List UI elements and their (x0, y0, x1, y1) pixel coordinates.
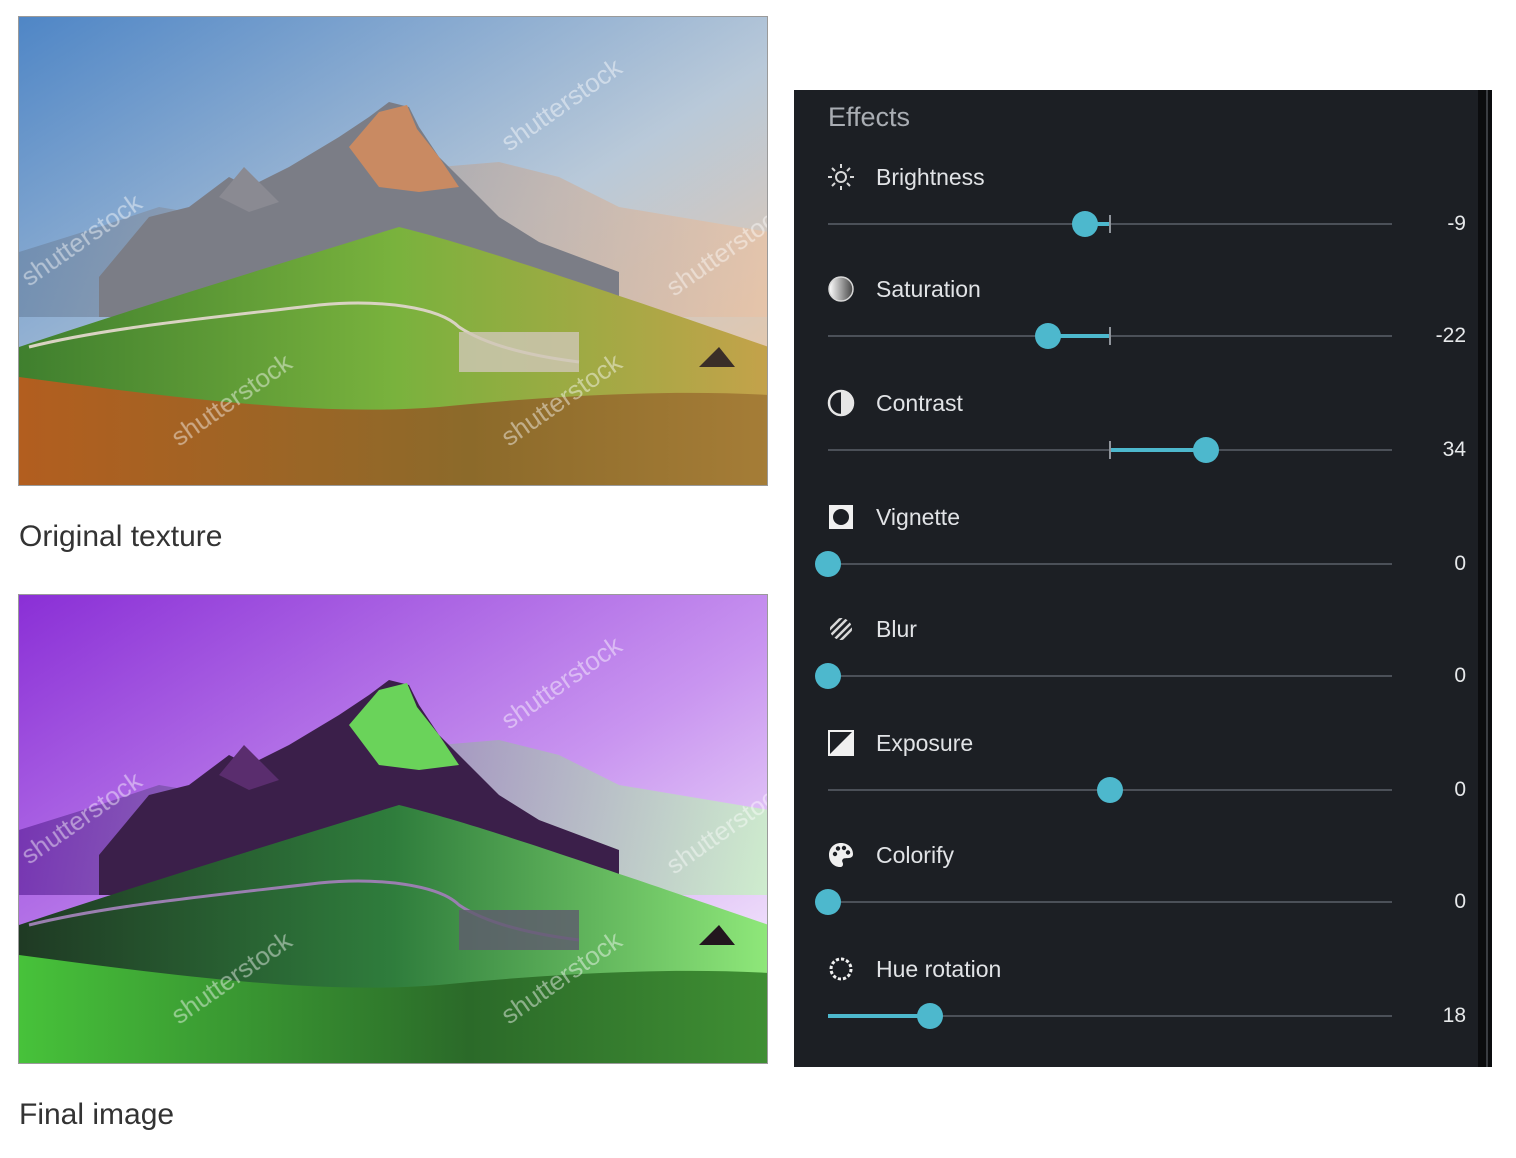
slider-track (828, 563, 1392, 565)
saturation-slider[interactable] (828, 322, 1392, 350)
slider-handle[interactable] (815, 663, 841, 689)
slider-center-tick (1109, 215, 1111, 233)
slider-handle[interactable] (1192, 437, 1219, 463)
effect-label: Saturation (876, 276, 981, 302)
saturation-icon (826, 274, 856, 304)
original-landscape-graphic: shutterstock shutterstock shutterstock s… (19, 17, 767, 485)
slider-handle[interactable] (815, 889, 841, 915)
slider-handle[interactable] (1034, 323, 1061, 349)
slider-handle[interactable] (1097, 777, 1123, 803)
effect-colorify: Colorify 0 (794, 840, 1478, 954)
sun-icon (826, 162, 856, 192)
effect-value: 0 (1454, 664, 1466, 687)
effect-label: Colorify (876, 842, 954, 868)
blur-icon (826, 614, 856, 644)
exposure-icon (826, 728, 856, 758)
effect-value: 0 (1454, 778, 1466, 801)
hue-rotation-slider[interactable] (828, 1002, 1392, 1030)
exposure-slider[interactable] (828, 776, 1392, 804)
panel-title: Effects (828, 102, 911, 132)
final-landscape-graphic: shutterstock shutterstock shutterstock s… (19, 595, 767, 1063)
panel-scroll-edge (1478, 90, 1492, 1067)
effect-label: Contrast (876, 390, 963, 416)
effect-value: 18 (1442, 1004, 1466, 1027)
effect-value: 0 (1454, 890, 1466, 913)
effect-blur: Blur 0 (794, 614, 1478, 728)
brightness-slider[interactable] (828, 210, 1392, 238)
effect-value: 0 (1454, 552, 1466, 575)
caption-final-image: Final image (19, 1098, 175, 1131)
effect-label: Hue rotation (876, 956, 1002, 982)
slider-center-tick (1109, 441, 1111, 459)
effect-exposure: Exposure 0 (794, 728, 1478, 842)
contrast-slider[interactable] (828, 436, 1392, 464)
effect-saturation: Saturation -22 (794, 274, 1478, 388)
effect-value: -22 (1435, 324, 1466, 347)
slider-fill (828, 1014, 930, 1018)
final-image: shutterstock shutterstock shutterstock s… (18, 594, 768, 1064)
slider-track (828, 901, 1392, 903)
vignette-icon (826, 502, 856, 532)
effect-brightness: Brightness -9 (794, 162, 1478, 276)
vignette-slider[interactable] (815, 550, 1392, 578)
slider-track (828, 675, 1392, 677)
effect-hue-rotation: Hue rotation 18 (794, 954, 1478, 1068)
original-texture-image: shutterstock shutterstock shutterstock s… (18, 16, 768, 486)
palette-icon (826, 840, 856, 870)
effect-vignette: Vignette 0 (794, 502, 1478, 616)
effect-label: Exposure (876, 730, 974, 756)
effect-label: Brightness (876, 164, 985, 190)
effect-value: -9 (1447, 212, 1466, 235)
slider-handle[interactable] (815, 551, 841, 577)
caption-original-texture: Original texture (19, 520, 223, 553)
effect-contrast: Contrast 34 (794, 388, 1478, 502)
slider-center-tick (1109, 327, 1111, 345)
effect-label: Blur (876, 616, 917, 642)
hue-rotation-icon (826, 954, 856, 984)
contrast-icon (826, 388, 856, 418)
slider-handle[interactable] (1071, 211, 1098, 237)
effects-panel: Effects Brightness -9 Saturation -22 Con… (794, 90, 1478, 1067)
effect-label: Vignette (876, 504, 960, 530)
effect-value: 34 (1442, 438, 1466, 461)
colorify-slider[interactable] (815, 888, 1392, 916)
slider-fill (1110, 448, 1206, 452)
slider-handle[interactable] (916, 1003, 943, 1029)
blur-slider[interactable] (815, 662, 1392, 690)
